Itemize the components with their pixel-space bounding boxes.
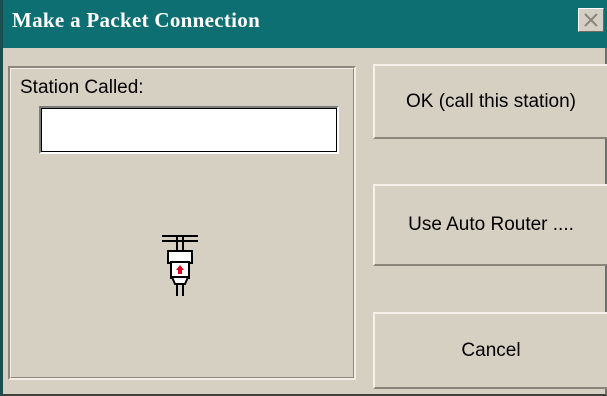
- use-auto-router-button[interactable]: Use Auto Router ....: [373, 184, 607, 266]
- close-button[interactable]: [578, 8, 604, 32]
- title-bar[interactable]: Make a Packet Connection: [3, 0, 607, 48]
- station-panel: Station Called:: [8, 66, 356, 380]
- station-called-label: Station Called:: [20, 77, 144, 98]
- close-icon: [584, 13, 598, 27]
- dialog-title: Make a Packet Connection: [12, 8, 261, 32]
- station-called-input[interactable]: [39, 106, 339, 154]
- packet-connector-icon: [162, 235, 198, 296]
- ok-call-station-button[interactable]: OK (call this station): [373, 64, 607, 139]
- packet-connection-dialog: Make a Packet Connection Station Called:: [0, 0, 607, 396]
- cancel-button[interactable]: Cancel: [373, 312, 607, 389]
